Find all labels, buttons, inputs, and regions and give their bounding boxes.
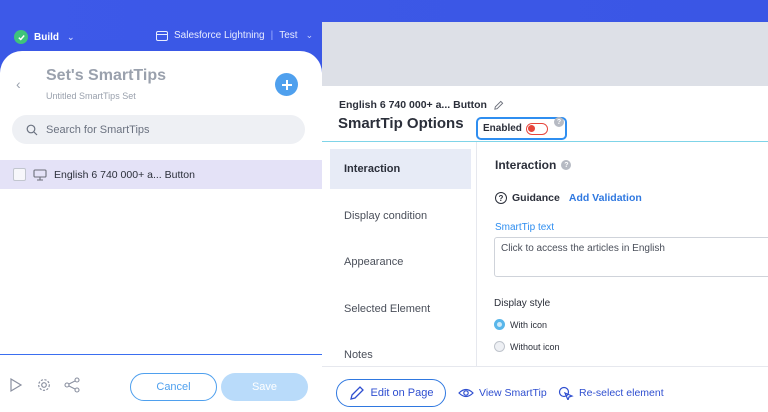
tab-display-condition[interactable]: Display condition bbox=[330, 196, 471, 236]
build-menu[interactable]: Build ⌄ bbox=[14, 30, 75, 44]
display-style-label: Display style bbox=[494, 298, 551, 309]
pencil-icon bbox=[349, 386, 364, 400]
eye-icon bbox=[458, 388, 474, 398]
environment-separator: | bbox=[270, 30, 274, 41]
section-title-text: Interaction bbox=[495, 158, 557, 172]
save-button[interactable]: Save bbox=[221, 373, 308, 401]
search-input[interactable] bbox=[46, 123, 276, 136]
smarttip-options-panel: English 6 740 000+ a... Button SmartTip … bbox=[322, 86, 768, 412]
add-smarttip-button[interactable] bbox=[275, 73, 298, 96]
preview-canvas bbox=[322, 22, 768, 86]
check-circle-icon bbox=[14, 30, 28, 44]
radio-label: With icon bbox=[510, 319, 548, 330]
nav-divider bbox=[476, 142, 477, 366]
view-smarttip-label: View SmartTip bbox=[479, 387, 547, 399]
options-divider bbox=[322, 141, 768, 142]
enabled-label: Enabled bbox=[483, 123, 522, 134]
gear-icon[interactable] bbox=[36, 377, 52, 393]
list-item[interactable]: English 6 740 000+ a... Button bbox=[0, 160, 322, 189]
smarttips-panel: ‹ Set's SmartTips Untitled SmartTips Set… bbox=[0, 51, 322, 412]
item-checkbox[interactable] bbox=[13, 168, 26, 181]
options-footer: Edit on Page View SmartTip Re-select ele… bbox=[322, 366, 768, 412]
radio-dot bbox=[494, 341, 505, 352]
environment-mode: Test bbox=[279, 30, 298, 41]
radio-label: Without icon bbox=[510, 341, 560, 352]
pencil-icon[interactable] bbox=[493, 100, 504, 111]
enabled-toggle-group: Enabled ? bbox=[476, 117, 567, 140]
search-box bbox=[12, 115, 305, 144]
footer-tools bbox=[8, 377, 80, 393]
share-icon[interactable] bbox=[64, 377, 80, 393]
cancel-button[interactable]: Cancel bbox=[130, 373, 217, 401]
help-icon[interactable]: ? bbox=[554, 117, 564, 127]
chevron-down-icon: ⌄ bbox=[67, 31, 75, 42]
browser-window-icon bbox=[156, 30, 168, 41]
footer-divider bbox=[0, 354, 322, 355]
smarttip-icon bbox=[33, 168, 47, 181]
guidance-row: ? Guidance Add Validation bbox=[495, 192, 642, 204]
item-label: English 6 740 000+ a... Button bbox=[54, 168, 195, 181]
tab-appearance[interactable]: Appearance bbox=[330, 242, 471, 282]
enabled-toggle[interactable] bbox=[525, 122, 548, 135]
smarttip-text-label: SmartTip text bbox=[495, 222, 555, 233]
tab-interaction[interactable]: Interaction bbox=[330, 149, 471, 189]
environment-label: Salesforce Lightning bbox=[174, 30, 265, 41]
radio-with-icon[interactable]: With icon bbox=[494, 319, 547, 330]
build-label: Build bbox=[34, 31, 59, 43]
view-smarttip-link[interactable]: View SmartTip bbox=[458, 386, 547, 400]
question-icon: ? bbox=[495, 192, 507, 204]
plus-icon bbox=[281, 79, 292, 90]
radio-without-icon[interactable]: Without icon bbox=[494, 341, 560, 352]
set-subtitle: Untitled SmartTips Set bbox=[46, 91, 136, 101]
add-validation-link[interactable]: Add Validation bbox=[569, 192, 642, 204]
section-title: Interaction ? bbox=[495, 158, 572, 172]
options-nav: Interaction Display condition Appearance… bbox=[330, 149, 471, 382]
edit-on-page-button[interactable]: Edit on Page bbox=[336, 379, 446, 407]
set-title: Set's SmartTips bbox=[46, 67, 166, 84]
element-name: English 6 740 000+ a... Button bbox=[339, 99, 504, 111]
reselect-element-label: Re-select element bbox=[579, 387, 664, 399]
play-icon[interactable] bbox=[8, 377, 24, 393]
app-root: Build ⌄ Salesforce Lightning | Test ⌄ ‹ … bbox=[0, 0, 768, 412]
search-icon bbox=[26, 124, 38, 135]
reselect-element-link[interactable]: Re-select element bbox=[558, 386, 664, 400]
chevron-down-icon: ⌄ bbox=[305, 30, 314, 40]
guidance-label: Guidance bbox=[512, 192, 560, 204]
smarttip-text-field[interactable]: Click to access the articles in English bbox=[494, 237, 768, 277]
back-arrow-icon[interactable]: ‹ bbox=[16, 76, 21, 92]
environment-selector[interactable]: Salesforce Lightning | Test ⌄ bbox=[156, 30, 313, 41]
edit-on-page-label: Edit on Page bbox=[370, 387, 434, 399]
radio-dot bbox=[494, 319, 505, 330]
options-title: SmartTip Options bbox=[338, 115, 464, 132]
help-icon[interactable]: ? bbox=[561, 160, 572, 170]
cursor-select-icon bbox=[558, 386, 574, 400]
tab-selected-element[interactable]: Selected Element bbox=[330, 289, 471, 329]
element-name-text: English 6 740 000+ a... Button bbox=[339, 99, 487, 111]
